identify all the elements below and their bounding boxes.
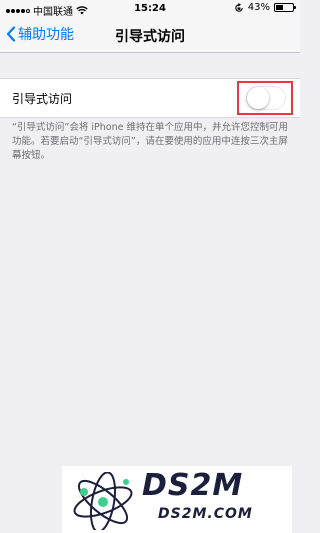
watermark-title: DS2M — [142, 468, 244, 503]
guided-access-toggle[interactable] — [246, 86, 286, 110]
orientation-lock-icon — [235, 2, 243, 12]
battery-icon — [274, 3, 296, 12]
battery-level — [276, 5, 283, 10]
watermark: DS2M DS2M.COM — [62, 466, 292, 533]
battery-percent: 43% — [247, 2, 270, 13]
guided-access-description: “引导式访问”会将 iPhone 维持在单个应用中，并允许您控制可用功能。若要启… — [12, 122, 288, 161]
atom-logo-icon — [73, 472, 133, 530]
navigation-bar: 辅助功能 引导式访问 — [0, 18, 300, 53]
guided-access-label: 引导式访问 — [12, 92, 73, 106]
status-right: 43% — [234, 2, 296, 13]
status-bar: 中国联通 15:24 43% — [0, 0, 300, 18]
watermark-subtitle: DS2M.COM — [158, 506, 253, 522]
guided-access-cell: 引导式访问 — [0, 78, 300, 118]
toggle-knob — [247, 87, 269, 109]
page-title: 引导式访问 — [115, 29, 185, 45]
